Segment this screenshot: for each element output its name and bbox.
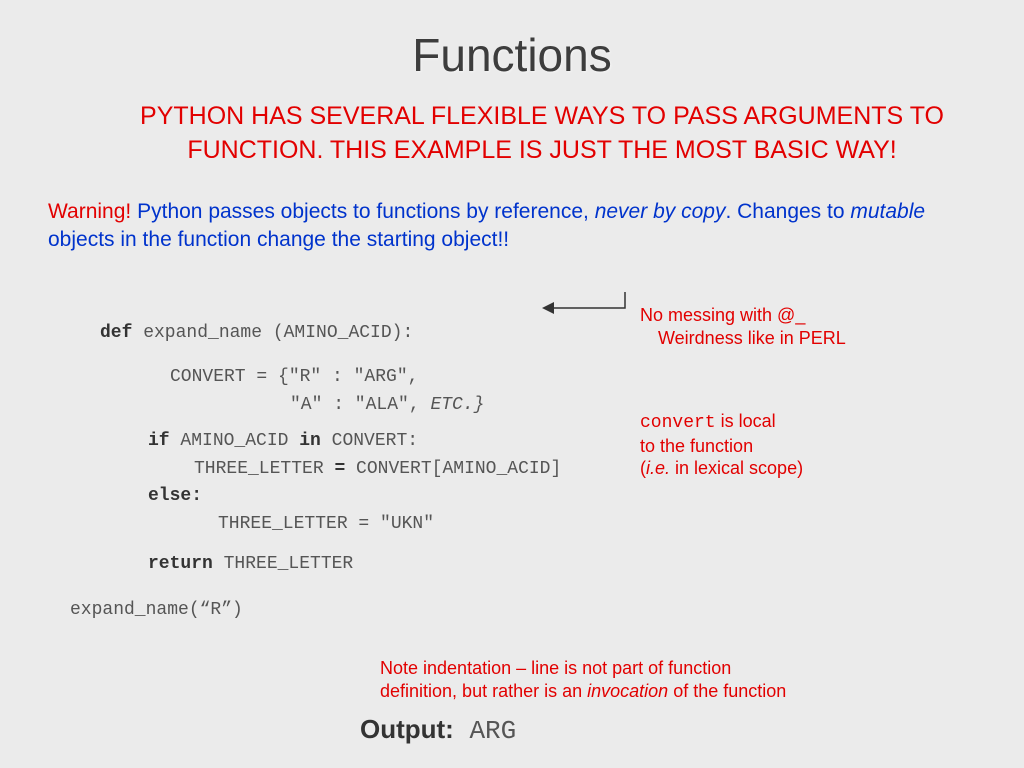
- code-return-rest: THREE_LETTER: [213, 554, 353, 574]
- annotation-indentation: Note indentation – line is not part of f…: [380, 657, 960, 702]
- output-value: ARG: [454, 716, 516, 746]
- code-three-b: CONVERT[AMINO_ACID]: [345, 459, 561, 479]
- intro-text: PYTHON HAS SEVERAL FLEXIBLE WAYS TO PASS…: [0, 82, 1024, 168]
- kw-def: def: [100, 323, 132, 343]
- warning-never: never by copy: [595, 200, 726, 223]
- code-if-mid: AMINO_ACID: [170, 431, 300, 451]
- code-line-else: else:: [100, 483, 561, 511]
- output-label: Output:: [360, 714, 454, 744]
- warning-paragraph: Warning! Python passes objects to functi…: [0, 168, 1024, 255]
- code-line-call: expand_name(“R”): [70, 597, 561, 625]
- code-line-ukn: THREE_LETTER = "UKN": [100, 511, 561, 539]
- note2-ie: i.e.: [646, 458, 670, 478]
- code-block: def expand_name (AMINO_ACID): CONVERT = …: [100, 320, 561, 625]
- code-line-return: return THREE_LETTER: [100, 551, 561, 579]
- kw-return: return: [148, 554, 213, 574]
- note3-l2a: definition, but rather is an: [380, 681, 587, 701]
- warning-text-2: . Changes to: [725, 200, 850, 223]
- intro-line-1: PYTHON HAS SEVERAL FLEXIBLE WAYS TO PASS…: [140, 102, 944, 130]
- warning-text-1: Python passes objects to functions by re…: [131, 200, 594, 223]
- code-line-def: def expand_name (AMINO_ACID):: [100, 320, 561, 348]
- code-def-rest: expand_name (AMINO_ACID):: [132, 323, 413, 343]
- note1-line2: Weirdness like in PERL: [640, 328, 846, 348]
- code-if-rest: CONVERT:: [321, 431, 418, 451]
- warning-label: Warning!: [48, 200, 131, 223]
- note2-rest3: in lexical scope): [670, 458, 803, 478]
- code-line-if: if AMINO_ACID in CONVERT:: [100, 428, 561, 456]
- output-line: Output: ARG: [360, 714, 516, 746]
- note3-invocation: invocation: [587, 681, 668, 701]
- note2-rest1: is local: [716, 411, 776, 431]
- code-etc: ETC.}: [430, 395, 484, 415]
- code-ala: "A" : "ALA",: [290, 395, 430, 415]
- slide-title: Functions: [0, 0, 1024, 82]
- kw-in: in: [299, 431, 321, 451]
- code-line-convert-1: CONVERT = {"R" : "ARG",: [100, 364, 561, 392]
- note2-convert: convert: [640, 413, 716, 433]
- warning-text-3: objects in the function change the start…: [48, 228, 509, 251]
- warning-mutable: mutable: [850, 200, 925, 223]
- note2-rest2: to the function: [640, 436, 753, 456]
- note3-l2b: of the function: [668, 681, 786, 701]
- code-three-a: THREE_LETTER: [194, 459, 334, 479]
- note3-line1: Note indentation – line is not part of f…: [380, 658, 731, 678]
- code-line-assign: THREE_LETTER = CONVERT[AMINO_ACID]: [100, 456, 561, 484]
- annotation-scope: convert is local to the function (i.e. i…: [640, 410, 970, 480]
- code-eq: =: [334, 459, 345, 479]
- note1-line1: No messing with @_: [640, 305, 805, 325]
- annotation-perl: No messing with @_ Weirdness like in PER…: [640, 304, 960, 349]
- code-line-convert-2: "A" : "ALA", ETC.}: [100, 392, 561, 420]
- kw-if: if: [148, 431, 170, 451]
- intro-line-2: FUNCTION. THIS EXAMPLE IS JUST THE MOST …: [187, 136, 896, 164]
